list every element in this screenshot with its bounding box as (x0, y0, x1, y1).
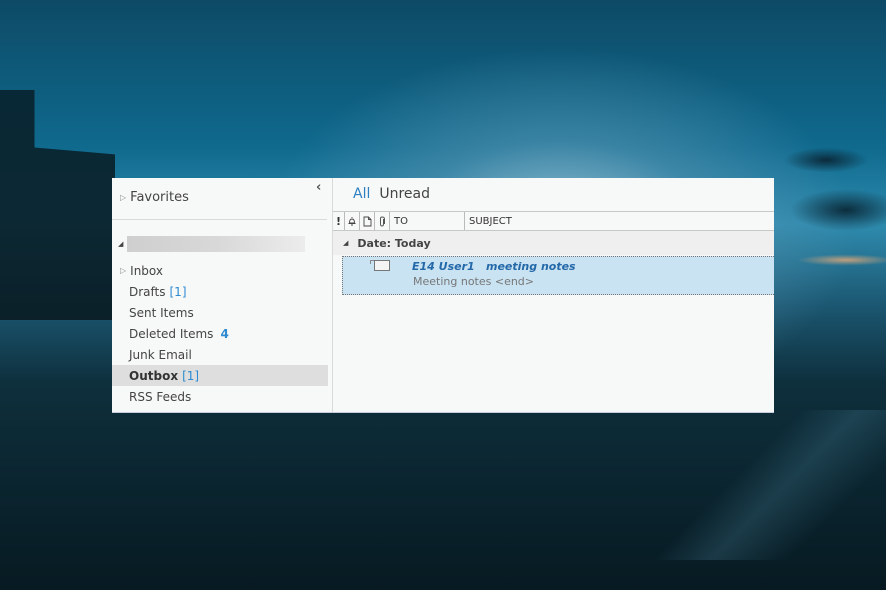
favorites-label: Favorites (130, 190, 189, 205)
background-clouds (756, 120, 886, 300)
folder-pane: ‹ ▷ Favorites ◢ ▷ Inbox Drafts [1] Sent … (112, 178, 333, 412)
chevron-left-icon[interactable]: ‹ (316, 180, 321, 195)
folder-rss-feeds[interactable]: RSS Feeds (112, 386, 328, 407)
folder-list: ▷ Inbox Drafts [1] Sent Items Deleted It… (112, 260, 328, 407)
group-header[interactable]: ◢ Date: Today (333, 231, 774, 255)
reminder-column[interactable] (345, 212, 360, 230)
folder-sent-items[interactable]: Sent Items (112, 302, 328, 323)
outlook-window: ‹ ▷ Favorites ◢ ▷ Inbox Drafts [1] Sent … (112, 178, 774, 412)
unread-count: 4 (220, 326, 229, 341)
folder-junk-email[interactable]: Junk Email (112, 344, 328, 365)
folder-label: RSS Feeds (129, 389, 192, 404)
document-icon (363, 216, 371, 226)
bell-icon (348, 217, 356, 226)
paperclip-icon (380, 215, 385, 227)
expand-triangle-icon[interactable]: ▷ (120, 193, 126, 202)
unread-count: [1] (169, 284, 187, 299)
subject-column[interactable]: SUBJECT (465, 212, 512, 230)
folder-label: Outbox (129, 368, 179, 383)
message-subject: meeting notes (486, 260, 576, 273)
folder-label: Sent Items (129, 305, 194, 320)
folder-inbox[interactable]: ▷ Inbox (112, 260, 328, 281)
tab-all[interactable]: All (353, 186, 370, 202)
to-column[interactable]: TO (390, 212, 465, 230)
message-to: E14 User1 (412, 260, 475, 273)
expand-triangle-icon[interactable]: ▷ (120, 266, 126, 275)
group-label: Date: Today (357, 236, 431, 250)
folder-drafts[interactable]: Drafts [1] (112, 281, 328, 302)
item-type-column[interactable] (360, 212, 375, 230)
message-row[interactable]: E14 User1 meeting notes Meeting notes <e… (342, 256, 774, 295)
folder-label: Deleted Items (129, 326, 214, 341)
message-list-pane: All Unread ! TO SUBJECT ◢ Date: Today E1… (333, 178, 774, 412)
folder-label: Inbox (130, 263, 163, 278)
column-header: ! TO SUBJECT (333, 211, 774, 231)
account-header[interactable]: ◢ (118, 236, 306, 252)
folder-label: Junk Email (129, 347, 192, 362)
collapse-triangle-icon[interactable]: ◢ (343, 239, 348, 247)
folder-deleted-items[interactable]: Deleted Items 4 (112, 323, 328, 344)
envelope-icon (370, 260, 390, 271)
message-preview: Meeting notes <end> (413, 275, 535, 288)
unread-count: [1] (182, 368, 200, 383)
collapse-triangle-icon[interactable]: ◢ (118, 240, 123, 248)
tab-unread[interactable]: Unread (379, 186, 430, 202)
importance-column[interactable]: ! (333, 212, 345, 230)
divider (112, 219, 327, 220)
account-name-redacted (127, 236, 306, 252)
attachment-column[interactable] (375, 212, 390, 230)
filter-tabs: All Unread (353, 186, 430, 202)
favorites-header[interactable]: ▷ Favorites (120, 190, 189, 205)
folder-outbox[interactable]: Outbox [1] (112, 365, 328, 386)
background-shore (646, 410, 886, 560)
folder-label: Drafts (129, 284, 166, 299)
